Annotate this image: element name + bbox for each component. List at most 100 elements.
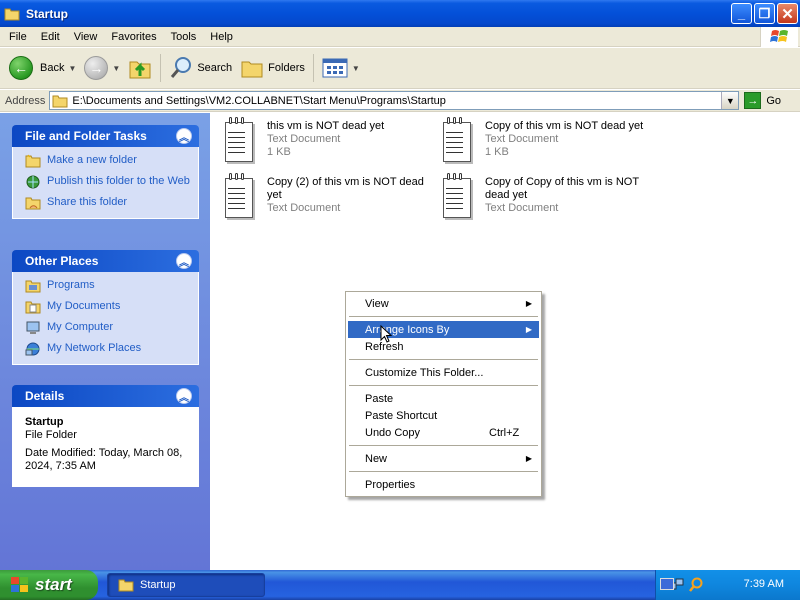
file-type: Text Document <box>485 202 559 214</box>
file-folder-tasks-body: Make a new folder Publish this folder to… <box>12 147 199 219</box>
menu-bar: File Edit View Favorites Tools Help <box>0 27 800 47</box>
menu-item-properties[interactable]: Properties <box>348 476 539 493</box>
up-folder-button[interactable] <box>124 51 156 85</box>
menu-item-paste-shortcut[interactable]: Paste Shortcut <box>348 407 539 424</box>
other-places-header[interactable]: Other Places ︽ <box>12 250 199 272</box>
address-field[interactable]: E:\Documents and Settings\VM2.COLLABNET\… <box>49 91 740 110</box>
collapse-chevron-icon[interactable]: ︽ <box>176 253 192 269</box>
forward-button[interactable]: → ▼ <box>80 51 124 85</box>
text-document-icon <box>223 117 255 164</box>
my-documents-link[interactable]: My Documents <box>25 300 190 314</box>
clock[interactable]: 7:39 AM <box>744 578 784 590</box>
file-folder-tasks-header[interactable]: File and Folder Tasks ︽ <box>12 125 199 147</box>
toolbar: ← Back ▼ → ▼ Search Folders ▼ <box>0 48 800 89</box>
make-new-folder-link[interactable]: Make a new folder <box>25 154 190 168</box>
search-button[interactable]: Search <box>165 51 236 85</box>
details-body: Startup File Folder Date Modified: Today… <box>12 407 199 487</box>
other-places-body: Programs My Documents My Computer My Net… <box>12 272 199 365</box>
back-label: Back <box>40 62 65 74</box>
menu-favorites[interactable]: Favorites <box>104 31 163 43</box>
folders-button[interactable]: Folders <box>236 51 309 85</box>
menu-separator <box>349 445 538 446</box>
menu-help[interactable]: Help <box>203 31 240 43</box>
file-type: Text Document <box>267 202 341 214</box>
share-folder-icon <box>25 197 41 210</box>
go-button[interactable]: → Go <box>744 92 781 109</box>
go-label: Go <box>766 94 782 107</box>
address-text: E:\Documents and Settings\VM2.COLLABNET\… <box>72 94 446 107</box>
file-item[interactable]: Copy of Copy of this vm is NOT dead yet … <box>441 173 651 220</box>
start-button[interactable]: start <box>0 570 98 600</box>
views-button[interactable]: ▼ <box>318 51 364 85</box>
share-folder-link[interactable]: Share this folder <box>25 196 190 210</box>
folders-label: Folders <box>268 62 305 74</box>
menu-tools[interactable]: Tools <box>164 31 204 43</box>
menu-item-label: Customize This Folder... <box>365 366 484 379</box>
menu-item-customize-folder[interactable]: Customize This Folder... <box>348 364 539 381</box>
link-text: Publish this folder to the Web <box>47 175 190 187</box>
address-dropdown-icon[interactable]: ▼ <box>721 92 739 109</box>
details-panel: Details ︽ Startup File Folder Date Modif… <box>12 385 199 487</box>
folders-icon <box>241 61 263 78</box>
menu-item-paste[interactable]: Paste <box>348 390 539 407</box>
back-dropdown-icon[interactable]: ▼ <box>68 64 76 73</box>
submenu-arrow-icon: ▶ <box>525 454 532 463</box>
my-computer-link[interactable]: My Computer <box>25 321 190 335</box>
menu-item-label: Undo Copy <box>365 426 421 439</box>
my-documents-icon <box>25 301 41 314</box>
address-bar: Address E:\Documents and Settings\VM2.CO… <box>0 90 800 112</box>
start-label: start <box>35 575 72 594</box>
folder-icon <box>4 7 20 21</box>
other-places-panel: Other Places ︽ Programs My Documents My … <box>12 250 199 365</box>
folder-icon <box>52 95 68 107</box>
new-folder-icon <box>25 154 41 168</box>
menu-item-arrange-icons-by[interactable]: Arrange Icons By ▶ <box>348 321 539 338</box>
menu-separator <box>349 359 538 360</box>
go-arrow-icon: → <box>744 92 762 109</box>
file-item[interactable]: this vm is NOT dead yet Text Document 1 … <box>223 117 433 164</box>
menu-item-label: Arrange Icons By <box>365 323 450 336</box>
file-name: Copy of this vm is NOT dead yet <box>485 120 644 132</box>
file-folder-tasks-panel: File and Folder Tasks ︽ Make a new folde… <box>12 125 199 219</box>
forward-dropdown-icon[interactable]: ▼ <box>112 64 120 73</box>
views-dropdown-icon[interactable]: ▼ <box>352 64 360 73</box>
menu-view[interactable]: View <box>67 31 105 43</box>
my-network-places-link[interactable]: My Network Places <box>25 342 190 356</box>
file-item[interactable]: Copy (2) of this vm is NOT dead yet Text… <box>223 173 433 220</box>
up-folder-icon <box>129 61 151 79</box>
context-menu: View ▶ Arrange Icons By ▶ Refresh Custom… <box>345 291 542 497</box>
menu-item-view[interactable]: View ▶ <box>348 295 539 312</box>
details-modified: Date Modified: Today, March 08, 2024, 7:… <box>25 447 183 472</box>
keyboard-layout-icon[interactable] <box>660 578 674 590</box>
mouse-cursor-icon <box>380 325 392 343</box>
file-item[interactable]: Copy of this vm is NOT dead yet Text Doc… <box>441 117 651 164</box>
views-icon <box>322 58 348 78</box>
menu-edit[interactable]: Edit <box>34 31 67 43</box>
menu-item-new[interactable]: New ▶ <box>348 450 539 467</box>
panel-title: File and Folder Tasks <box>25 129 147 143</box>
publish-folder-link[interactable]: Publish this folder to the Web <box>25 175 190 189</box>
menu-item-refresh[interactable]: Refresh <box>348 338 539 355</box>
text-document-icon <box>441 117 473 164</box>
collapse-chevron-icon[interactable]: ︽ <box>176 388 192 404</box>
programs-link[interactable]: Programs <box>25 279 190 293</box>
menu-separator <box>349 471 538 472</box>
collapse-chevron-icon[interactable]: ︽ <box>176 128 192 144</box>
minimize-button[interactable]: _ <box>731 3 752 24</box>
menu-separator <box>349 316 538 317</box>
menu-item-undo-copy[interactable]: Undo Copy Ctrl+Z <box>348 424 539 441</box>
taskbar: start Startup 7:39 AM <box>0 570 800 600</box>
back-button[interactable]: ← Back ▼ <box>5 51 80 85</box>
programs-icon <box>25 280 41 293</box>
link-text: Make a new folder <box>47 154 137 166</box>
close-button[interactable]: ✕ <box>777 3 798 24</box>
menu-item-label: Properties <box>365 478 416 491</box>
menu-file[interactable]: File <box>0 31 34 43</box>
file-type: Text Document <box>267 133 341 145</box>
details-header[interactable]: Details ︽ <box>12 385 199 407</box>
search-tray-icon[interactable] <box>688 577 704 593</box>
maximize-button[interactable]: ❐ <box>754 3 775 24</box>
taskbar-item-startup[interactable]: Startup <box>107 573 265 597</box>
submenu-arrow-icon: ▶ <box>525 325 532 334</box>
menu-item-label: View <box>365 297 389 310</box>
